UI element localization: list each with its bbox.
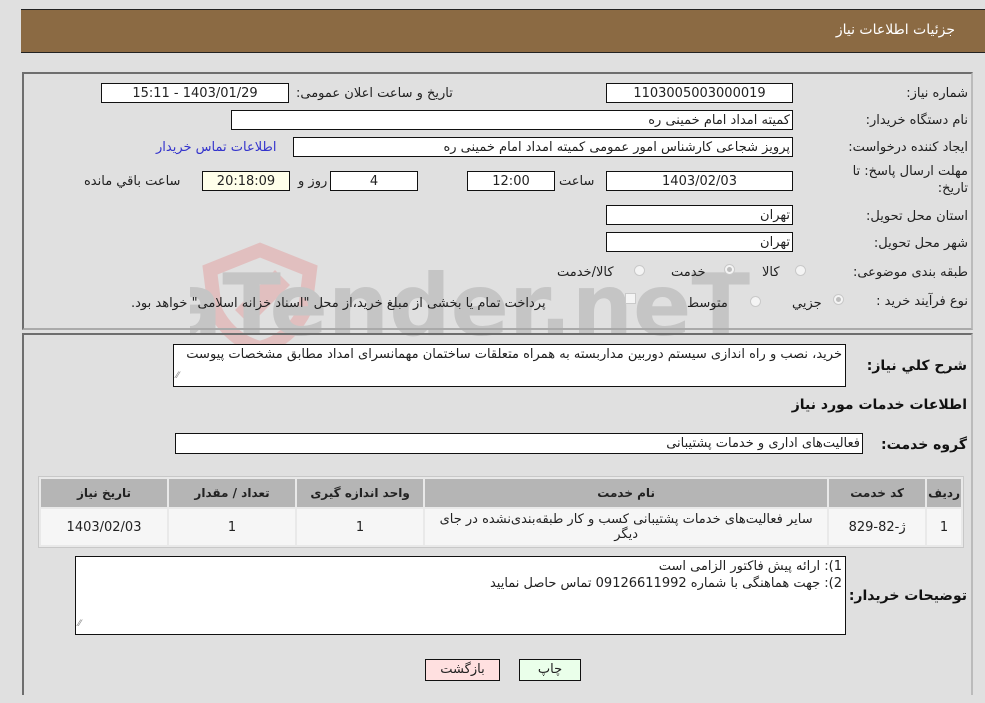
need-number-field[interactable]: 1103005003000019 — [606, 83, 793, 103]
col-header-code: کد خدمت — [829, 479, 926, 507]
province-field[interactable]: تهران — [606, 205, 793, 225]
deadline-time-label: ساعت — [559, 174, 595, 189]
cell-unit: 1 — [297, 509, 424, 545]
treasury-checkbox[interactable] — [625, 293, 636, 304]
description-label: شرح کلي نياز: — [866, 358, 967, 374]
need-number-label: شماره نیاز: — [906, 86, 968, 101]
col-header-date: تاریخ نیاز — [41, 479, 168, 507]
cell-row-number: 1 — [927, 509, 961, 545]
purchase-radio-minor[interactable] — [833, 294, 844, 305]
description-text: خرید، نصب و راه اندازی سیستم دوربین مدار… — [186, 347, 842, 362]
deadline-label-line2: تاریخ: — [937, 181, 968, 196]
announce-datetime-field[interactable]: 1403/01/29 - 15:11 — [101, 83, 289, 103]
buyer-note-line-1: 1): ارائه پیش فاکتور الزامی است — [658, 559, 842, 574]
buyer-org-label: نام دستگاه خریدار: — [865, 113, 968, 128]
buyer-notes-label: توضیحات خریدار: — [848, 588, 967, 604]
col-header-name: نام خدمت — [425, 479, 828, 507]
days-label: روز و — [298, 174, 328, 189]
col-header-quantity: تعداد / مقدار — [169, 479, 296, 507]
category-radio-goods-service[interactable] — [634, 265, 645, 276]
category-radio-goods[interactable] — [795, 265, 806, 276]
deadline-time-field[interactable]: 12:00 — [467, 171, 555, 191]
print-button[interactable]: چاپ — [519, 659, 581, 681]
remaining-time-field: 20:18:09 — [202, 171, 290, 191]
remaining-days-field[interactable]: 4 — [330, 171, 418, 191]
city-field[interactable]: تهران — [606, 232, 793, 252]
table-row: 1 ژ-82-829 سایر فعالیت‌های خدمات پشتیبان… — [41, 509, 961, 545]
col-header-unit: واحد اندازه گیری — [297, 479, 424, 507]
category-option-goods-service: کالا/خدمت — [557, 265, 614, 280]
deadline-date-field[interactable]: 1403/02/03 — [606, 171, 793, 191]
requester-label: ایجاد کننده درخواست: — [848, 140, 968, 155]
buyer-notes-textarea[interactable]: 1): ارائه پیش فاکتور الزامی است 2): جهت … — [75, 556, 846, 635]
resize-grip-icon[interactable]: ⁄⁄ — [176, 368, 179, 385]
category-option-goods: کالا — [762, 265, 780, 280]
category-option-service: خدمت — [671, 265, 706, 280]
page-title: جزئیات اطلاعات نیاز — [835, 22, 955, 38]
cell-service-name: سایر فعالیت‌های خدمات پشتیبانی کسب و کار… — [425, 509, 828, 545]
cell-quantity: 1 — [169, 509, 296, 545]
province-label: استان محل تحویل: — [866, 209, 968, 224]
back-button[interactable]: بازگشت — [425, 659, 500, 681]
description-textarea[interactable]: خرید، نصب و راه اندازی سیستم دوربین مدار… — [173, 344, 846, 387]
cell-service-code: ژ-82-829 — [829, 509, 926, 545]
resize-grip-icon[interactable]: ⁄⁄ — [78, 616, 81, 633]
purchase-option-medium: متوسط — [687, 296, 728, 311]
buyer-contact-link[interactable]: اطلاعات تماس خریدار — [156, 140, 276, 155]
requester-field[interactable]: پرویز شجاعی کارشناس امور عمومی کمیته امد… — [293, 137, 793, 157]
cell-need-date: 1403/02/03 — [41, 509, 168, 545]
buyer-org-field[interactable]: کمیته امداد امام خمینی ره — [231, 110, 793, 130]
purchase-radio-medium[interactable] — [750, 296, 761, 307]
service-group-label: گروه خدمت: — [881, 437, 967, 453]
announce-datetime-label: تاریخ و ساعت اعلان عمومی: — [296, 86, 453, 101]
services-table: ردیف کد خدمت نام خدمت واحد اندازه گیری ت… — [38, 476, 964, 548]
category-label: طبقه بندی موضوعی: — [852, 265, 968, 280]
purchase-option-minor: جزيي — [792, 296, 822, 311]
city-label: شهر محل تحویل: — [873, 236, 968, 251]
category-radio-service[interactable] — [724, 264, 735, 275]
buyer-note-line-2: 2): جهت هماهنگی با شماره 09126611992 تما… — [489, 576, 842, 591]
deadline-label-line1: مهلت ارسال پاسخ: تا — [852, 164, 968, 179]
treasury-checkbox-label: پرداخت تمام یا بخشی از مبلغ خرید،از محل … — [131, 296, 546, 311]
page-header: جزئیات اطلاعات نیاز — [21, 9, 985, 53]
services-table-header: ردیف کد خدمت نام خدمت واحد اندازه گیری ت… — [41, 479, 961, 507]
services-section-title: اطلاعات خدمات مورد نیاز — [791, 397, 967, 413]
purchase-type-label: نوع فرآیند خرید : — [876, 294, 968, 309]
service-group-field[interactable]: فعالیت‌های اداری و خدمات پشتیبانی — [175, 433, 863, 454]
remaining-time-label: ساعت باقي مانده — [84, 174, 181, 189]
col-header-row: ردیف — [927, 479, 961, 507]
